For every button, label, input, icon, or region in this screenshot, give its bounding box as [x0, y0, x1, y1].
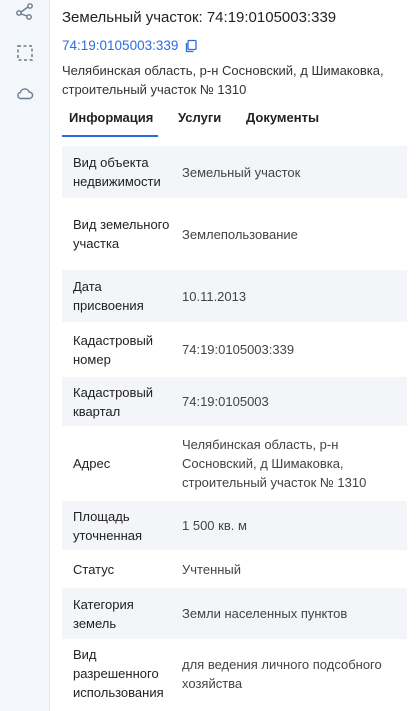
property-label: Статус [73, 561, 115, 577]
property-value: Землепользование [182, 226, 298, 242]
property-label: Вид разрешенного использования [73, 647, 164, 700]
table-row: Дата присвоения 10.11.2013 [62, 270, 407, 325]
table-row: Кадастровый квартал 74:19:0105003 [62, 377, 407, 429]
cadastral-number-link[interactable]: 74:19:0105003:339 [62, 38, 198, 53]
property-label: Площадь уточненная [73, 508, 143, 543]
table-row: Кадастровый номер 74:19:0105003:339 [62, 325, 407, 377]
table-row: Вид разрешенного использования для веден… [62, 642, 407, 708]
cloud-icon [17, 88, 34, 100]
select-area-icon [17, 45, 33, 61]
table-row: Вид земельного участка Землепользование [62, 201, 407, 270]
route-icon [16, 3, 33, 20]
property-value: Земли населенных пунктов [182, 606, 348, 621]
property-value: 1 500 кв. м [182, 518, 247, 533]
property-value: для ведения личного подсобного хозяйства [182, 656, 382, 691]
table-row: Статус Учтенный [62, 553, 407, 588]
table-row: Площадь уточненная 1 500 кв. м [62, 501, 407, 553]
cadastral-number-text[interactable]: 74:19:0105003:339 [62, 38, 178, 53]
table-row: Категория земель Земли населенных пункто… [62, 588, 407, 642]
properties-table: Вид объекта недвижимости Земельный участ… [62, 146, 407, 708]
property-label: Вид объекта недвижимости [73, 155, 161, 189]
property-value: Учтенный [182, 561, 242, 577]
page-title: Земельный участок: 74:19:0105003:339 [62, 9, 337, 26]
object-address: Челябинская область, р-н Сосновский, д Ш… [62, 63, 384, 97]
property-label: Адрес [73, 456, 111, 471]
copy-icon[interactable] [184, 39, 198, 53]
table-row: Вид объекта недвижимости Земельный участ… [62, 146, 407, 201]
cloud-tool-button[interactable] [12, 80, 38, 106]
property-value: Челябинская область, р-н Сосновский, д Ш… [182, 437, 367, 490]
property-value: 74:19:0105003:339 [182, 342, 295, 357]
tab-services[interactable]: Услуги [178, 105, 221, 137]
tab-documents[interactable]: Документы [246, 105, 319, 137]
property-label: Дата присвоения [73, 279, 144, 313]
table-row: Адрес Челябинская область, р-н Сосновски… [62, 429, 407, 501]
property-value: 74:19:0105003 [182, 394, 269, 409]
tab-bar: Информация Услуги Документы [62, 105, 407, 137]
property-label: Кадастровый квартал [73, 384, 154, 419]
select-area-tool-button[interactable] [12, 40, 38, 66]
property-value: Земельный участок [182, 164, 301, 180]
property-label: Категория земель [73, 596, 134, 631]
property-label: Кадастровый номер [73, 332, 154, 367]
property-value: 10.11.2013 [182, 288, 247, 304]
property-label: Вид земельного участка [73, 217, 170, 251]
left-toolbar [0, 0, 50, 711]
route-tool-button[interactable] [12, 0, 38, 24]
tab-information[interactable]: Информация [62, 105, 158, 137]
